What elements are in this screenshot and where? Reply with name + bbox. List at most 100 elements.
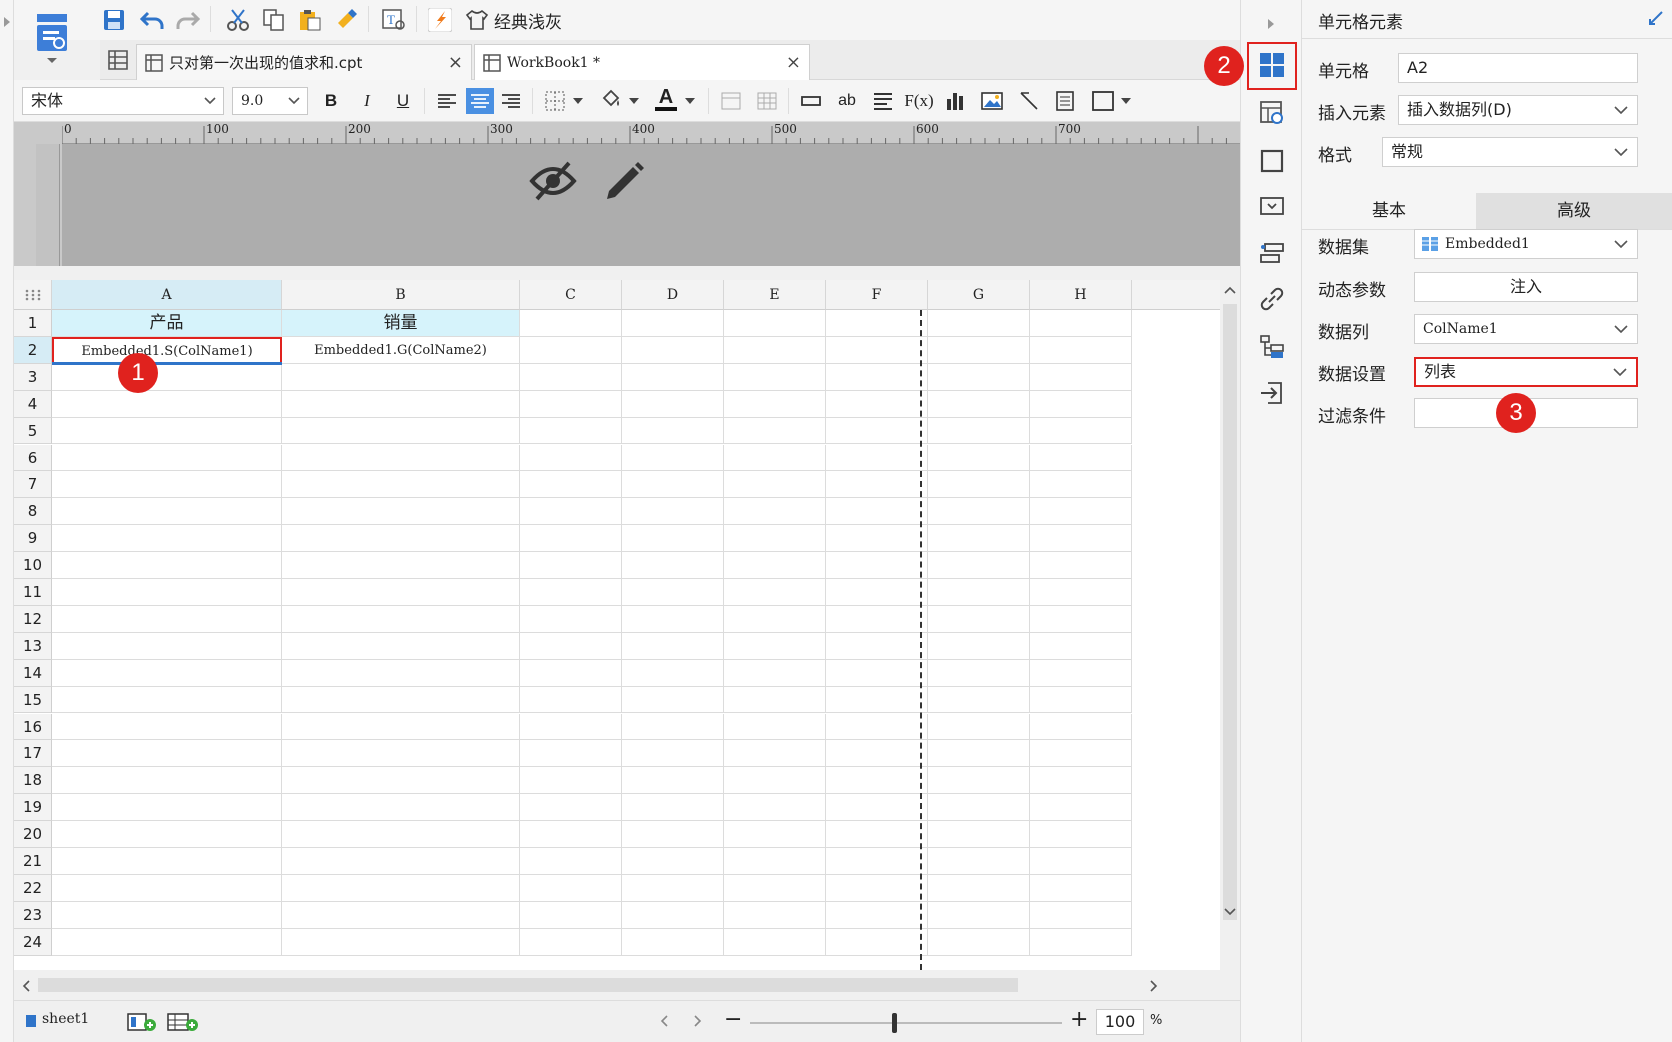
grid-cell[interactable] (928, 686, 1030, 714)
grid-cell[interactable] (1030, 498, 1132, 526)
row-header-2[interactable]: 2 (14, 336, 52, 364)
grid-cell[interactable] (724, 363, 826, 391)
grid-cell[interactable] (928, 525, 1030, 553)
add-report-sheet-icon[interactable] (166, 1009, 200, 1035)
grid-cell[interactable] (724, 444, 826, 472)
grid-cell[interactable] (1030, 632, 1132, 660)
hide-eye-icon[interactable] (528, 156, 578, 206)
grid-cell[interactable] (622, 901, 724, 929)
grid-cell[interactable] (928, 444, 1030, 472)
grid-cell[interactable] (826, 417, 928, 445)
row-header-7[interactable]: 7 (14, 471, 52, 499)
grid-cell[interactable] (520, 417, 622, 445)
align-left-icon[interactable] (434, 88, 460, 114)
import-icon[interactable] (1255, 376, 1289, 410)
cell-b1[interactable]: 销量 (282, 310, 520, 337)
grid-cell[interactable] (520, 659, 622, 687)
caret-down-icon[interactable] (682, 88, 698, 114)
grid-cell[interactable] (928, 740, 1030, 768)
grid-cell[interactable] (520, 525, 622, 553)
grid-cell[interactable] (282, 901, 520, 929)
grid-cell[interactable] (826, 336, 928, 364)
grid-cell[interactable] (52, 874, 282, 902)
grid-cell[interactable] (928, 605, 1030, 633)
grid-cell[interactable] (826, 713, 928, 741)
zoom-in-button[interactable]: + (1070, 1007, 1088, 1032)
caret-down-icon[interactable] (1118, 88, 1134, 114)
grid-cell[interactable] (622, 794, 724, 822)
close-tab-icon[interactable]: × (786, 52, 801, 73)
cell-a1[interactable]: 产品 (52, 310, 282, 337)
grid-cell[interactable] (282, 363, 520, 391)
grid-cell[interactable] (282, 444, 520, 472)
caret-down-icon[interactable] (626, 88, 642, 114)
grid-cell[interactable] (1030, 686, 1132, 714)
grid-cell[interactable] (826, 552, 928, 579)
grid-cell[interactable] (1030, 579, 1132, 606)
grid-cell[interactable] (52, 713, 282, 741)
column-header-e[interactable]: E (724, 280, 826, 310)
grid-cell[interactable] (520, 874, 622, 902)
grid-cell[interactable] (282, 740, 520, 768)
grid-cell[interactable] (928, 794, 1030, 822)
grid-cell[interactable] (724, 686, 826, 714)
text-format-icon[interactable]: ab (834, 88, 860, 114)
merge-cells-icon[interactable] (718, 88, 744, 114)
row-header-4[interactable]: 4 (14, 390, 52, 418)
grid-cell[interactable] (826, 444, 928, 472)
grid-cell[interactable] (282, 659, 520, 687)
grid-cell[interactable] (1030, 417, 1132, 445)
grid-cell[interactable] (282, 928, 520, 956)
grid-cell[interactable] (282, 579, 520, 606)
next-sheet-icon[interactable] (694, 1015, 702, 1027)
grid-cell[interactable] (1030, 336, 1132, 364)
paste-icon[interactable] (296, 6, 324, 34)
grid-cell[interactable] (520, 444, 622, 472)
row-header-1[interactable]: 1 (14, 310, 52, 337)
grid-cell[interactable] (724, 767, 826, 795)
grid-cell[interactable] (928, 821, 1030, 848)
grid-cell[interactable] (928, 713, 1030, 741)
grid-cell[interactable] (622, 848, 724, 875)
chart-insert-icon[interactable] (942, 88, 968, 114)
bold-icon[interactable]: B (318, 88, 344, 114)
row-header-15[interactable]: 15 (14, 686, 52, 714)
grid-cell[interactable] (826, 310, 928, 337)
grid-cell[interactable] (622, 390, 724, 418)
row-header-6[interactable]: 6 (14, 444, 52, 472)
row-header-5[interactable]: 5 (14, 417, 52, 445)
font-color-icon[interactable]: A (652, 84, 680, 114)
grid-cell[interactable] (52, 686, 282, 714)
image-insert-icon[interactable] (978, 88, 1006, 114)
grid-cell[interactable] (52, 821, 282, 848)
paragraph-icon[interactable] (870, 88, 896, 114)
grid-cell[interactable] (622, 874, 724, 902)
grid-cell[interactable] (520, 901, 622, 929)
grid-cell[interactable] (1030, 471, 1132, 499)
grid-cell[interactable] (282, 794, 520, 822)
grid-menu-icon[interactable] (104, 46, 132, 74)
grid-cell[interactable] (622, 417, 724, 445)
font-family-select[interactable]: 宋体 (22, 87, 224, 115)
grid-cell[interactable] (520, 794, 622, 822)
grid-cell[interactable] (52, 579, 282, 606)
grid-cell[interactable] (928, 901, 1030, 929)
grid-cell[interactable] (724, 471, 826, 499)
grid-cell[interactable] (52, 901, 282, 929)
grid-cell[interactable] (826, 821, 928, 848)
grid-cell[interactable] (520, 363, 622, 391)
grid-cell[interactable] (622, 928, 724, 956)
grid-cell[interactable] (724, 821, 826, 848)
grid-cell[interactable] (1030, 901, 1132, 929)
tab-sum-first-occurrence[interactable]: 只对第一次出现的值求和.cpt × (136, 44, 472, 80)
grid-cell[interactable] (826, 579, 928, 606)
grid-cell[interactable] (520, 390, 622, 418)
grid-cell[interactable] (1030, 928, 1132, 956)
font-size-select[interactable]: 9.0 (232, 87, 308, 115)
grid-cell[interactable] (1030, 390, 1132, 418)
float-element-icon[interactable] (1255, 144, 1289, 178)
row-header-21[interactable]: 21 (14, 848, 52, 875)
grid-cell[interactable] (52, 525, 282, 553)
grid-cell[interactable] (282, 552, 520, 579)
grid-cell[interactable] (52, 444, 282, 472)
